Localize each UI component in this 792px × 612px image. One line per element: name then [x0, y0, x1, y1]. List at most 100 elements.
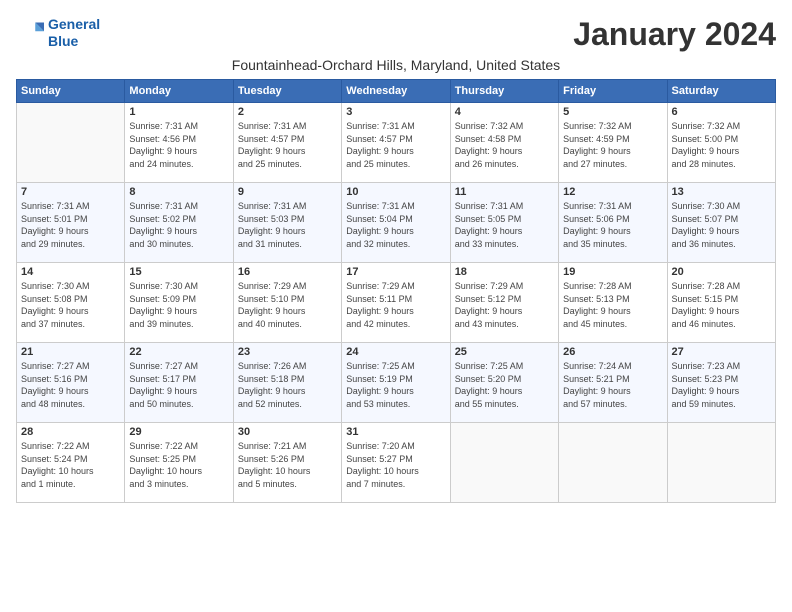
- day-number: 14: [21, 266, 120, 278]
- cell-info: Sunrise: 7:30 AM Sunset: 5:07 PM Dayligh…: [672, 200, 771, 250]
- cell-info: Sunrise: 7:30 AM Sunset: 5:09 PM Dayligh…: [129, 280, 228, 330]
- cell-info: Sunrise: 7:31 AM Sunset: 5:02 PM Dayligh…: [129, 200, 228, 250]
- cell-info: Sunrise: 7:31 AM Sunset: 4:57 PM Dayligh…: [238, 120, 337, 170]
- cell-info: Sunrise: 7:31 AM Sunset: 5:05 PM Dayligh…: [455, 200, 554, 250]
- cell-info: Sunrise: 7:28 AM Sunset: 5:15 PM Dayligh…: [672, 280, 771, 330]
- header-tuesday: Tuesday: [233, 80, 341, 103]
- calendar-cell: 30 Sunrise: 7:21 AM Sunset: 5:26 PM Dayli…: [233, 423, 341, 503]
- cell-info: Sunrise: 7:26 AM Sunset: 5:18 PM Dayligh…: [238, 360, 337, 410]
- day-number: 28: [21, 426, 120, 438]
- calendar-cell: [17, 103, 125, 183]
- day-number: 4: [455, 106, 554, 118]
- cell-info: Sunrise: 7:31 AM Sunset: 5:04 PM Dayligh…: [346, 200, 445, 250]
- cell-info: Sunrise: 7:32 AM Sunset: 4:59 PM Dayligh…: [563, 120, 662, 170]
- cell-info: Sunrise: 7:25 AM Sunset: 5:19 PM Dayligh…: [346, 360, 445, 410]
- day-number: 7: [21, 186, 120, 198]
- calendar-cell: 9 Sunrise: 7:31 AM Sunset: 5:03 PM Daylig…: [233, 183, 341, 263]
- calendar-cell: 21 Sunrise: 7:27 AM Sunset: 5:16 PM Dayli…: [17, 343, 125, 423]
- location-title: Fountainhead-Orchard Hills, Maryland, Un…: [16, 57, 776, 73]
- calendar-week-row: 7 Sunrise: 7:31 AM Sunset: 5:01 PM Daylig…: [17, 183, 776, 263]
- cell-info: Sunrise: 7:29 AM Sunset: 5:10 PM Dayligh…: [238, 280, 337, 330]
- page-header: General Blue January 2024: [16, 16, 776, 53]
- calendar-cell: 12Sunrise: 7:31 AM Sunset: 5:06 PM Dayli…: [559, 183, 667, 263]
- day-number: 22: [129, 346, 228, 358]
- cell-info: Sunrise: 7:21 AM Sunset: 5:26 PM Dayligh…: [238, 440, 337, 490]
- cell-info: Sunrise: 7:31 AM Sunset: 5:01 PM Dayligh…: [21, 200, 120, 250]
- calendar-cell: 6Sunrise: 7:32 AM Sunset: 5:00 PM Daylig…: [667, 103, 775, 183]
- title-section: January 2024: [573, 16, 776, 53]
- calendar-cell: 3 Sunrise: 7:31 AM Sunset: 4:57 PM Daylig…: [342, 103, 450, 183]
- day-number: 2: [238, 106, 337, 118]
- calendar-cell: 7 Sunrise: 7:31 AM Sunset: 5:01 PM Daylig…: [17, 183, 125, 263]
- cell-info: Sunrise: 7:29 AM Sunset: 5:11 PM Dayligh…: [346, 280, 445, 330]
- day-number: 16: [238, 266, 337, 278]
- logo-icon: [16, 19, 44, 47]
- calendar-cell: 23 Sunrise: 7:26 AM Sunset: 5:18 PM Dayli…: [233, 343, 341, 423]
- day-number: 6: [672, 106, 771, 118]
- cell-info: Sunrise: 7:25 AM Sunset: 5:20 PM Dayligh…: [455, 360, 554, 410]
- calendar-cell: 4 Sunrise: 7:32 AM Sunset: 4:58 PM Daylig…: [450, 103, 558, 183]
- calendar-cell: 5 Sunrise: 7:32 AM Sunset: 4:59 PM Daylig…: [559, 103, 667, 183]
- header-thursday: Thursday: [450, 80, 558, 103]
- calendar-cell: 10Sunrise: 7:31 AM Sunset: 5:04 PM Dayli…: [342, 183, 450, 263]
- calendar-cell: 1Sunrise: 7:31 AM Sunset: 4:56 PM Daylig…: [125, 103, 233, 183]
- day-number: 24: [346, 346, 445, 358]
- calendar-week-row: 1Sunrise: 7:31 AM Sunset: 4:56 PM Daylig…: [17, 103, 776, 183]
- day-number: 23: [238, 346, 337, 358]
- calendar-cell: [450, 423, 558, 503]
- day-number: 13: [672, 186, 771, 198]
- cell-info: Sunrise: 7:22 AM Sunset: 5:25 PM Dayligh…: [129, 440, 228, 490]
- calendar-table: SundayMondayTuesdayWednesdayThursdayFrid…: [16, 79, 776, 503]
- header-saturday: Saturday: [667, 80, 775, 103]
- day-number: 8: [129, 186, 228, 198]
- calendar-cell: 11 Sunrise: 7:31 AM Sunset: 5:05 PM Dayli…: [450, 183, 558, 263]
- calendar-cell: 29 Sunrise: 7:22 AM Sunset: 5:25 PM Dayli…: [125, 423, 233, 503]
- calendar-cell: 26 Sunrise: 7:24 AM Sunset: 5:21 PM Dayli…: [559, 343, 667, 423]
- calendar-cell: 15Sunrise: 7:30 AM Sunset: 5:09 PM Dayli…: [125, 263, 233, 343]
- calendar-cell: 14Sunrise: 7:30 AM Sunset: 5:08 PM Dayli…: [17, 263, 125, 343]
- day-number: 21: [21, 346, 120, 358]
- calendar-cell: 8 Sunrise: 7:31 AM Sunset: 5:02 PM Daylig…: [125, 183, 233, 263]
- cell-info: Sunrise: 7:22 AM Sunset: 5:24 PM Dayligh…: [21, 440, 120, 490]
- calendar-cell: 28 Sunrise: 7:22 AM Sunset: 5:24 PM Dayli…: [17, 423, 125, 503]
- day-number: 5: [563, 106, 662, 118]
- calendar-header-row: SundayMondayTuesdayWednesdayThursdayFrid…: [17, 80, 776, 103]
- calendar-cell: [559, 423, 667, 503]
- calendar-cell: 17Sunrise: 7:29 AM Sunset: 5:11 PM Dayli…: [342, 263, 450, 343]
- logo: General Blue: [16, 16, 100, 50]
- cell-info: Sunrise: 7:31 AM Sunset: 5:03 PM Dayligh…: [238, 200, 337, 250]
- day-number: 19: [563, 266, 662, 278]
- cell-info: Sunrise: 7:27 AM Sunset: 5:17 PM Dayligh…: [129, 360, 228, 410]
- calendar-week-row: 28 Sunrise: 7:22 AM Sunset: 5:24 PM Dayli…: [17, 423, 776, 503]
- cell-info: Sunrise: 7:32 AM Sunset: 4:58 PM Dayligh…: [455, 120, 554, 170]
- month-title: January 2024: [573, 16, 776, 53]
- calendar-cell: 13 Sunrise: 7:30 AM Sunset: 5:07 PM Dayli…: [667, 183, 775, 263]
- header-monday: Monday: [125, 80, 233, 103]
- calendar-cell: 27 Sunrise: 7:23 AM Sunset: 5:23 PM Dayli…: [667, 343, 775, 423]
- header-wednesday: Wednesday: [342, 80, 450, 103]
- day-number: 27: [672, 346, 771, 358]
- day-number: 29: [129, 426, 228, 438]
- calendar-cell: 20 Sunrise: 7:28 AM Sunset: 5:15 PM Dayli…: [667, 263, 775, 343]
- day-number: 30: [238, 426, 337, 438]
- day-number: 3: [346, 106, 445, 118]
- calendar-cell: 2 Sunrise: 7:31 AM Sunset: 4:57 PM Daylig…: [233, 103, 341, 183]
- day-number: 31: [346, 426, 445, 438]
- header-sunday: Sunday: [17, 80, 125, 103]
- day-number: 20: [672, 266, 771, 278]
- cell-info: Sunrise: 7:31 AM Sunset: 4:57 PM Dayligh…: [346, 120, 445, 170]
- cell-info: Sunrise: 7:24 AM Sunset: 5:21 PM Dayligh…: [563, 360, 662, 410]
- calendar-cell: 16 Sunrise: 7:29 AM Sunset: 5:10 PM Dayli…: [233, 263, 341, 343]
- cell-info: Sunrise: 7:20 AM Sunset: 5:27 PM Dayligh…: [346, 440, 445, 490]
- calendar-cell: 31 Sunrise: 7:20 AM Sunset: 5:27 PM Dayli…: [342, 423, 450, 503]
- calendar-cell: 22 Sunrise: 7:27 AM Sunset: 5:17 PM Dayli…: [125, 343, 233, 423]
- cell-info: Sunrise: 7:23 AM Sunset: 5:23 PM Dayligh…: [672, 360, 771, 410]
- cell-info: Sunrise: 7:27 AM Sunset: 5:16 PM Dayligh…: [21, 360, 120, 410]
- calendar-cell: [667, 423, 775, 503]
- day-number: 1: [129, 106, 228, 118]
- day-number: 25: [455, 346, 554, 358]
- day-number: 26: [563, 346, 662, 358]
- day-number: 11: [455, 186, 554, 198]
- day-number: 9: [238, 186, 337, 198]
- day-number: 18: [455, 266, 554, 278]
